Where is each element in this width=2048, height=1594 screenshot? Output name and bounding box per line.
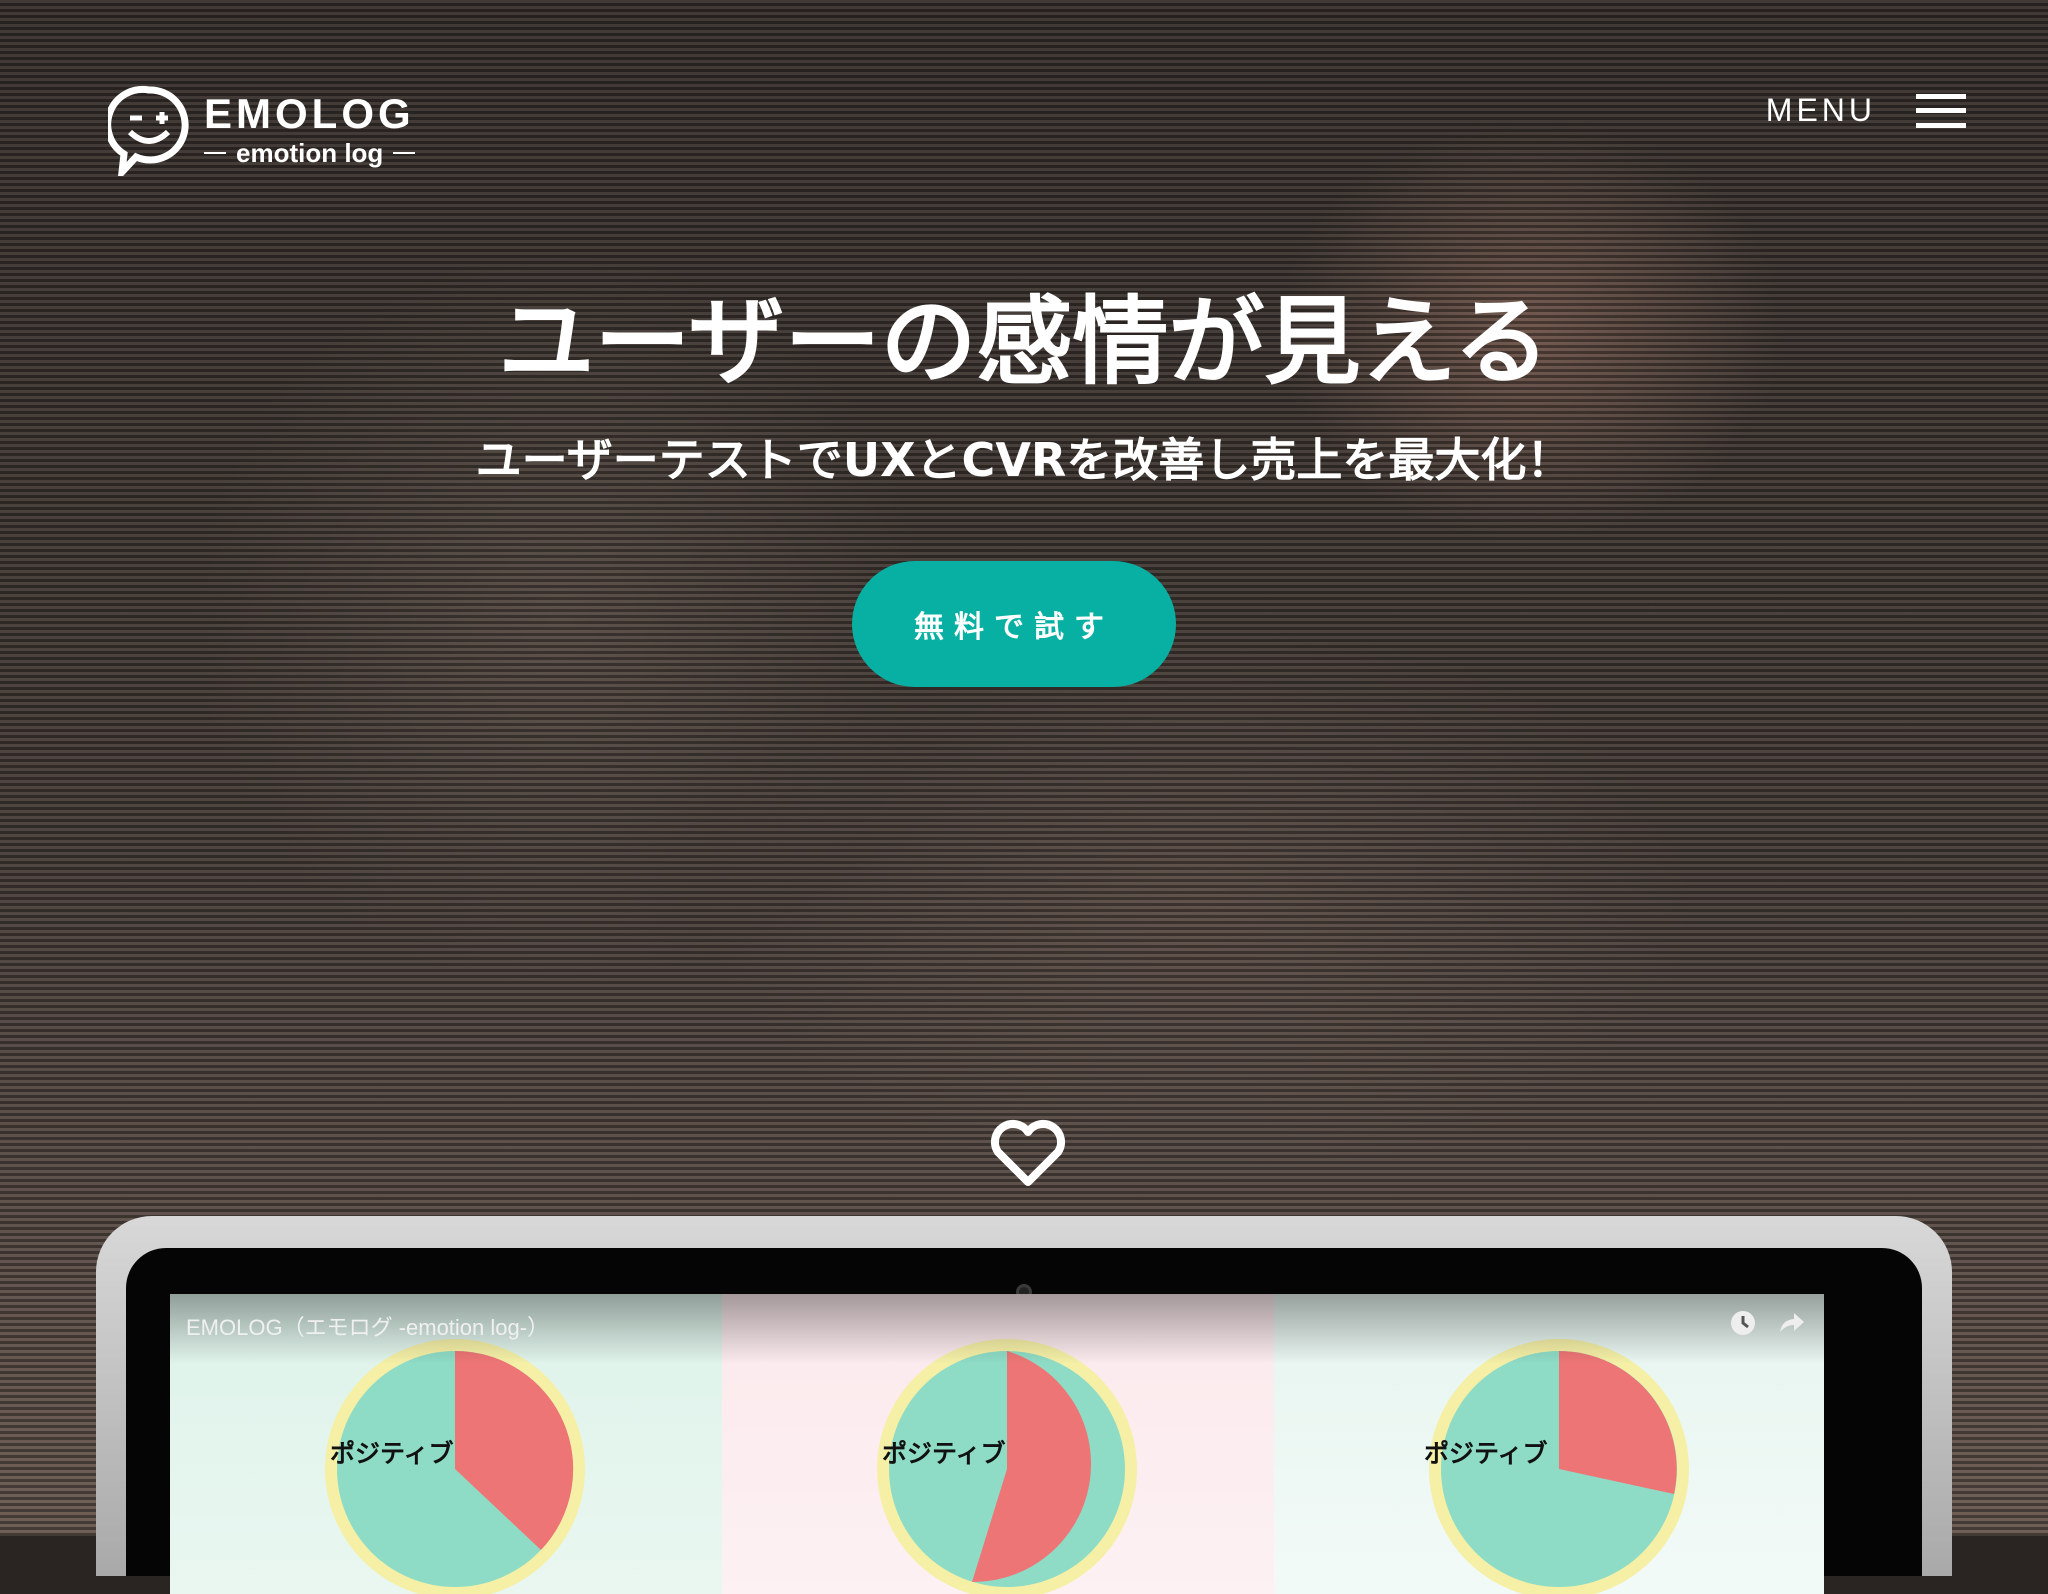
hamburger-icon [1916, 93, 1966, 128]
pie-label: ポジティブ [1424, 1439, 1548, 1468]
menu-button[interactable]: MENU [1766, 92, 1966, 129]
menu-label: MENU [1765, 92, 1876, 128]
share-icon[interactable] [1776, 1308, 1806, 1338]
dash-decoration [204, 152, 226, 154]
clock-icon[interactable] [1728, 1308, 1758, 1338]
video-controls [1728, 1308, 1806, 1338]
pie-label: ポジティブ [882, 1439, 1006, 1468]
hero-subtitle: ユーザーテストでUXとCVRを改善し売上を最大化！ [475, 433, 1573, 487]
video-title[interactable]: EMOLOG（エモログ -emotion log-） [186, 1310, 549, 1342]
video-player[interactable]: ポジティブ ポジティブ ポジティブ EMOLOG（エモログ -emotion l… [170, 1294, 1824, 1594]
laptop-frame: ポジティブ ポジティブ ポジティブ EMOLOG（エモログ -emotion l… [96, 1216, 1952, 1594]
logo[interactable]: EMOLOG emotion log [108, 84, 416, 176]
heart-icon[interactable] [988, 1118, 1068, 1190]
hero-title: ユーザーの感情が見える [498, 286, 1550, 398]
pie-label: ポジティブ [330, 1439, 454, 1468]
logo-tagline: emotion log [204, 138, 416, 168]
logo-sub-label: emotion log [236, 138, 384, 168]
logo-name: EMOLOG [204, 90, 415, 137]
dash-decoration [393, 152, 416, 154]
smiley-chat-icon [108, 85, 189, 176]
free-trial-button[interactable]: 無料で試す [852, 561, 1176, 687]
